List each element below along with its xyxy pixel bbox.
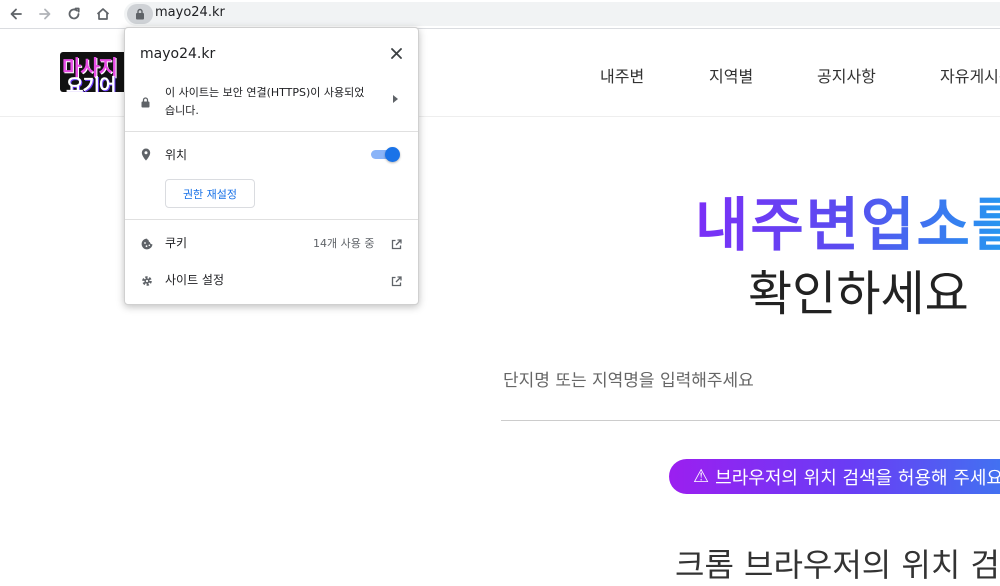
toggle-knob (385, 147, 400, 162)
chevron-right-icon (393, 95, 398, 103)
reset-permissions-button[interactable]: 권한 재설정 (165, 179, 255, 208)
popup-host: mayo24.kr (140, 46, 216, 62)
reload-icon[interactable] (62, 3, 86, 25)
nav-item-board[interactable]: 자유게시판 (940, 63, 1000, 87)
hero-subtitle: 확인하세요 (748, 266, 969, 322)
hero-title: 내주변업소를 (695, 178, 1000, 262)
site-settings-row[interactable]: 사이트 설정 (125, 268, 418, 290)
alert-text: 브라우저의 위치 검색을 허용해 주세요 (715, 467, 1000, 489)
location-permission-row: 위치 (125, 143, 418, 165)
search-underline (501, 420, 1000, 421)
site-logo[interactable]: 마사지 요기어 (60, 52, 130, 92)
external-link-icon (391, 235, 402, 254)
location-toggle[interactable] (371, 147, 400, 162)
nav-item-notice[interactable]: 공지사항 (817, 63, 876, 87)
lock-icon (141, 93, 150, 112)
location-label: 위치 (165, 148, 188, 162)
cookies-row[interactable]: 쿠키 14개 사용 중 (125, 231, 418, 253)
logo-line-2: 요기어 (66, 75, 116, 92)
nav-item-nearby[interactable]: 내주변 (600, 63, 644, 87)
address-bar[interactable]: mayo24.kr (124, 2, 1000, 26)
warning-icon: ⚠ (693, 466, 710, 487)
section-heading: 크롬 브라우저의 위치 검색 (675, 546, 1000, 584)
browser-toolbar: mayo24.kr (0, 0, 1000, 29)
home-icon[interactable] (91, 3, 115, 25)
divider (125, 131, 418, 132)
gear-icon (141, 272, 153, 291)
connection-secure-row[interactable]: 이 사이트는 보안 연결(HTTPS)이 사용되었습니다. (125, 77, 418, 131)
connection-secure-text: 이 사이트는 보안 연결(HTTPS)이 사용되었습니다. (165, 86, 365, 117)
close-icon[interactable] (387, 44, 405, 62)
cookies-count: 14개 사용 중 (313, 237, 375, 250)
divider (125, 219, 418, 220)
search-input[interactable]: 단지명 또는 지역명을 입력해주세요 (503, 366, 754, 391)
external-link-icon (391, 272, 402, 291)
nav-item-region[interactable]: 지역별 (709, 63, 753, 87)
site-info-popup: mayo24.kr 이 사이트는 보안 연결(HTTPS)이 사용되었습니다. … (124, 27, 419, 305)
location-alert-button[interactable]: ⚠ 브라우저의 위치 검색을 허용해 주세요 (669, 459, 1000, 494)
location-pin-icon (141, 146, 151, 165)
site-settings-label: 사이트 설정 (165, 273, 225, 287)
cookie-icon (141, 235, 153, 254)
cookies-label: 쿠키 (165, 236, 188, 250)
url-text[interactable]: mayo24.kr (155, 5, 225, 20)
lock-icon[interactable] (127, 4, 153, 24)
back-arrow-icon[interactable] (4, 3, 28, 25)
forward-arrow-icon[interactable] (33, 3, 57, 25)
